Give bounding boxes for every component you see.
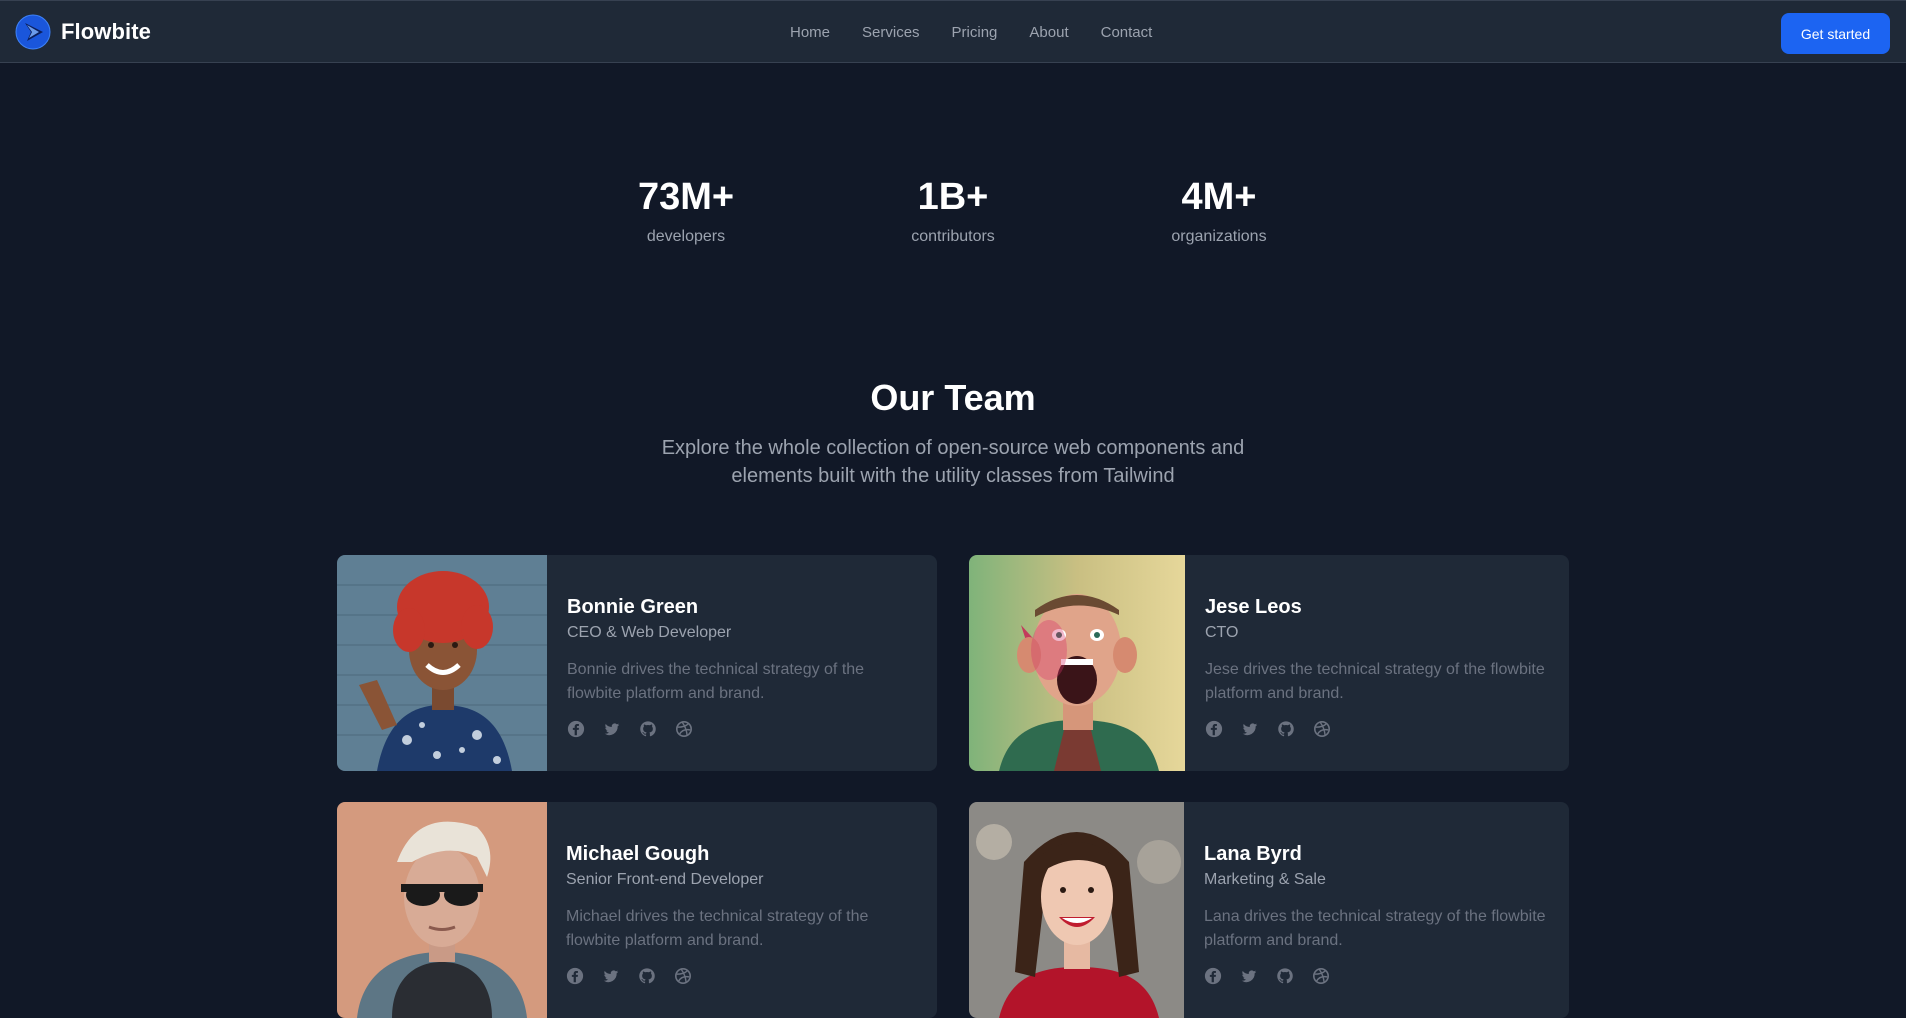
github-icon[interactable] <box>639 720 657 738</box>
dribbble-icon[interactable] <box>1313 720 1331 738</box>
nav-link-pricing[interactable]: Pricing <box>952 24 998 41</box>
member-role: Senior Front-end Developer <box>566 871 764 888</box>
member-name[interactable]: Jese Leos <box>1205 593 1549 621</box>
member-name[interactable]: Lana Byrd <box>1204 840 1549 868</box>
stat-label: contributors <box>911 228 995 245</box>
github-icon[interactable] <box>638 967 656 985</box>
avatar[interactable] <box>337 802 547 1018</box>
dribbble-icon[interactable] <box>675 720 693 738</box>
stat-developers: 73M+ developers <box>586 174 786 246</box>
social-links <box>1205 720 1549 738</box>
nav-link-home[interactable]: Home <box>790 24 830 41</box>
member-bio: Lana drives the technical strategy of th… <box>1204 908 1546 949</box>
flowbite-logo-icon <box>15 14 51 50</box>
twitter-icon[interactable] <box>1241 720 1259 738</box>
team-card-michael-gough: Michael Gough Senior Front-end Developer… <box>337 802 937 1018</box>
facebook-icon[interactable] <box>1204 967 1222 985</box>
member-bio: Michael drives the technical strategy of… <box>566 908 869 949</box>
brand-link[interactable]: Flowbite <box>15 14 151 50</box>
member-name[interactable]: Michael Gough <box>566 840 917 868</box>
stat-value: 4M+ <box>1181 176 1257 218</box>
stat-label: organizations <box>1171 228 1267 245</box>
member-role: CTO <box>1205 624 1239 641</box>
stat-contributors: 1B+ contributors <box>853 174 1053 246</box>
nav-link-services[interactable]: Services <box>862 24 920 41</box>
get-started-button[interactable]: Get started <box>1781 13 1890 54</box>
avatar[interactable] <box>337 555 547 771</box>
nav-link-contact[interactable]: Contact <box>1101 24 1153 41</box>
twitter-icon[interactable] <box>1240 967 1258 985</box>
github-icon[interactable] <box>1277 720 1295 738</box>
dribbble-icon[interactable] <box>1312 967 1330 985</box>
stat-value: 1B+ <box>917 176 989 218</box>
team-title: Our Team <box>870 377 1036 418</box>
avatar[interactable] <box>969 555 1185 771</box>
card-body: Bonnie Green CEO & Web Developer Bonnie … <box>567 593 917 738</box>
team-card-lana-byrd: Lana Byrd Marketing & Sale Lana drives t… <box>969 802 1569 1018</box>
team-card-bonnie-green: Bonnie Green CEO & Web Developer Bonnie … <box>337 555 937 771</box>
team-card-jese-leos: Jese Leos CTO Jese drives the technical … <box>969 555 1569 771</box>
facebook-icon[interactable] <box>566 967 584 985</box>
social-links <box>566 967 917 985</box>
card-body: Michael Gough Senior Front-end Developer… <box>566 840 917 985</box>
team-subtitle: Explore the whole collection of open-sou… <box>661 437 1245 487</box>
social-links <box>567 720 917 738</box>
avatar[interactable] <box>969 802 1184 1018</box>
facebook-icon[interactable] <box>567 720 585 738</box>
stat-label: developers <box>646 228 726 245</box>
member-role: Marketing & Sale <box>1204 871 1326 888</box>
social-links <box>1204 967 1549 985</box>
stat-value: 73M+ <box>637 176 735 218</box>
twitter-icon[interactable] <box>602 967 620 985</box>
dribbble-icon[interactable] <box>674 967 692 985</box>
twitter-icon[interactable] <box>603 720 621 738</box>
stat-organizations: 4M+ organizations <box>1119 174 1319 246</box>
member-bio: Jese drives the technical strategy of th… <box>1205 661 1545 702</box>
github-icon[interactable] <box>1276 967 1294 985</box>
member-role: CEO & Web Developer <box>567 624 732 641</box>
navbar: Flowbite Home Services Pricing About Con… <box>0 0 1906 63</box>
card-body: Jese Leos CTO Jese drives the technical … <box>1205 593 1549 738</box>
card-body: Lana Byrd Marketing & Sale Lana drives t… <box>1204 840 1549 985</box>
nav-link-about[interactable]: About <box>1029 24 1068 41</box>
member-name[interactable]: Bonnie Green <box>567 593 917 621</box>
facebook-icon[interactable] <box>1205 720 1223 738</box>
nav-links: Home Services Pricing About Contact <box>790 1 1152 64</box>
member-bio: Bonnie drives the technical strategy of … <box>567 661 865 702</box>
brand-name: Flowbite <box>61 19 152 44</box>
